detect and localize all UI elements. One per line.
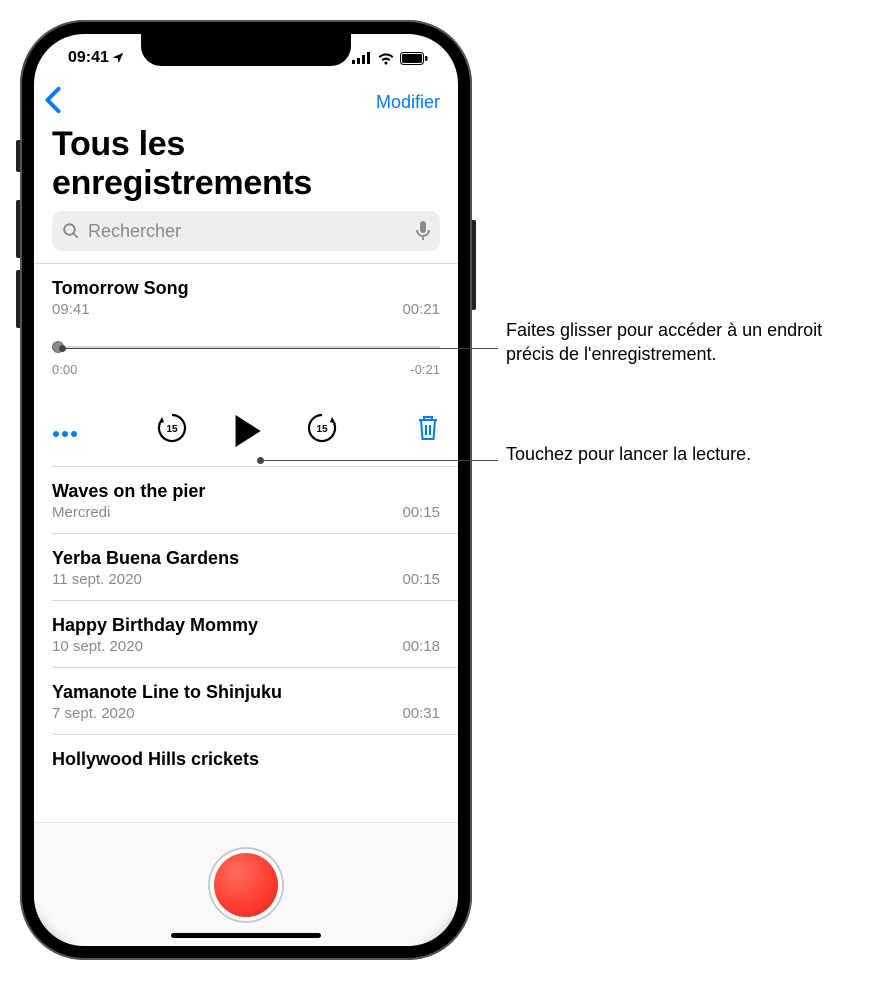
recording-item-date: Mercredi bbox=[52, 504, 110, 521]
skip-forward-button[interactable]: 15 bbox=[305, 411, 339, 450]
volume-down-button bbox=[16, 270, 20, 328]
scrub-start-label: 0:00 bbox=[52, 362, 77, 377]
recording-item-title: Waves on the pier bbox=[52, 481, 440, 502]
trash-icon bbox=[416, 414, 440, 442]
recording-item[interactable]: Yerba Buena Gardens 11 sept. 2020 00:15 bbox=[34, 534, 458, 600]
mute-switch bbox=[16, 140, 20, 172]
chevron-left-icon bbox=[44, 86, 62, 114]
playback-controls: 15 15 bbox=[34, 387, 458, 466]
search-input[interactable]: Rechercher bbox=[52, 211, 440, 251]
nav-bar: Modifier bbox=[34, 82, 458, 125]
recording-item[interactable]: Yamanote Line to Shinjuku 7 sept. 2020 0… bbox=[34, 668, 458, 734]
notch bbox=[141, 34, 351, 66]
more-button[interactable] bbox=[52, 417, 78, 445]
delete-button[interactable] bbox=[416, 414, 440, 447]
recording-item-title: Yerba Buena Gardens bbox=[52, 548, 440, 569]
callout-line bbox=[60, 348, 498, 349]
callout-line bbox=[258, 460, 498, 461]
cellular-icon bbox=[352, 52, 372, 64]
page-title: Tous les enregistrements bbox=[34, 125, 458, 211]
recording-item-duration: 00:15 bbox=[402, 571, 440, 588]
recording-item-title: Happy Birthday Mommy bbox=[52, 615, 440, 636]
scrubber[interactable] bbox=[52, 338, 440, 356]
recording-item-duration: 00:31 bbox=[402, 705, 440, 722]
scrub-end-label: -0:21 bbox=[410, 362, 440, 377]
power-button bbox=[472, 220, 476, 310]
back-button[interactable] bbox=[44, 86, 62, 119]
battery-icon bbox=[400, 52, 428, 65]
skip-back-button[interactable]: 15 bbox=[155, 411, 189, 450]
status-time: 09:41 bbox=[68, 49, 109, 67]
search-placeholder: Rechercher bbox=[88, 221, 408, 242]
recording-item-duration: 00:18 bbox=[402, 638, 440, 655]
recording-item[interactable]: Hollywood Hills crickets bbox=[34, 735, 458, 775]
edit-button[interactable]: Modifier bbox=[376, 92, 440, 113]
mic-icon[interactable] bbox=[416, 221, 430, 241]
play-button[interactable] bbox=[233, 415, 261, 447]
ellipsis-icon bbox=[52, 430, 78, 438]
home-indicator[interactable] bbox=[171, 933, 321, 938]
callout-scrubber: Faites glisser pour accéder à un endroit… bbox=[506, 318, 866, 367]
phone-frame: 09:41 Modifier Tous les enregistrements … bbox=[20, 20, 472, 960]
skip-back-icon: 15 bbox=[155, 411, 189, 445]
recording-item-title: Hollywood Hills crickets bbox=[52, 749, 440, 770]
recording-item-date: 10 sept. 2020 bbox=[52, 638, 143, 655]
recording-item[interactable]: Waves on the pier Mercredi 00:15 bbox=[34, 467, 458, 533]
search-icon bbox=[62, 222, 80, 240]
svg-text:15: 15 bbox=[316, 424, 328, 435]
recording-time: 09:41 bbox=[52, 301, 90, 318]
recording-item[interactable]: Happy Birthday Mommy 10 sept. 2020 00:18 bbox=[34, 601, 458, 667]
recording-duration: 00:21 bbox=[402, 301, 440, 318]
recording-item-duration: 00:15 bbox=[402, 504, 440, 521]
wifi-icon bbox=[377, 52, 395, 65]
screen: 09:41 Modifier Tous les enregistrements … bbox=[34, 34, 458, 946]
record-bar bbox=[34, 822, 458, 946]
selected-recording: Tomorrow Song 09:41 00:21 0:00 -0:21 bbox=[34, 264, 458, 387]
location-icon bbox=[111, 51, 125, 65]
svg-text:15: 15 bbox=[166, 424, 178, 435]
skip-forward-icon: 15 bbox=[305, 411, 339, 445]
callout-play: Touchez pour lancer la lecture. bbox=[506, 442, 806, 466]
play-icon bbox=[233, 415, 261, 447]
recording-title[interactable]: Tomorrow Song bbox=[52, 278, 440, 299]
record-button[interactable] bbox=[214, 853, 278, 917]
recording-item-title: Yamanote Line to Shinjuku bbox=[52, 682, 440, 703]
recording-item-date: 11 sept. 2020 bbox=[52, 571, 142, 588]
recording-item-date: 7 sept. 2020 bbox=[52, 705, 135, 722]
volume-up-button bbox=[16, 200, 20, 258]
